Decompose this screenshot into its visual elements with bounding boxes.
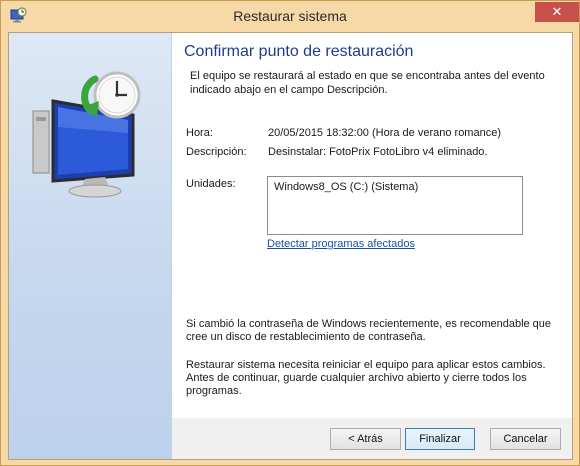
drives-label: Unidades: [186, 178, 236, 190]
time-value: 20/05/2015 18:32:00 (Hora de verano roma… [268, 127, 501, 139]
window-title: Restaurar sistema [233, 8, 347, 24]
time-label: Hora: [186, 127, 213, 139]
description-label: Descripción: [186, 146, 247, 158]
title-bar[interactable]: Restaurar sistema ✕ [1, 1, 579, 32]
back-button[interactable]: < Atrás [330, 428, 401, 450]
dialog-client-area: Confirmar punto de restauración El equip… [8, 32, 573, 460]
description-value: Desinstalar: FotoPrix FotoLibro v4 elimi… [268, 146, 488, 158]
cancel-button[interactable]: Cancelar [490, 428, 561, 450]
list-item[interactable]: Windows8_OS (C:) (Sistema) [274, 181, 516, 193]
illustration-panel [9, 33, 172, 459]
drives-list[interactable]: Windows8_OS (C:) (Sistema) [267, 176, 523, 235]
close-icon: ✕ [551, 4, 563, 19]
detect-affected-programs-link[interactable]: Detectar programas afectados [267, 238, 415, 250]
restore-dialog: Restaurar sistema ✕ Confirmar punto de r… [0, 0, 580, 466]
intro-text: El equipo se restaurará al estado en que… [190, 70, 545, 96]
password-note: Si cambió la contraseña de Windows recie… [186, 318, 552, 343]
system-restore-illustration-icon [32, 71, 141, 198]
page-title: Confirmar punto de restauración [184, 43, 414, 60]
close-button[interactable]: ✕ [535, 2, 579, 22]
restart-note: Restaurar sistema necesita reiniciar el … [186, 359, 546, 397]
finish-button[interactable]: Finalizar [405, 428, 475, 450]
